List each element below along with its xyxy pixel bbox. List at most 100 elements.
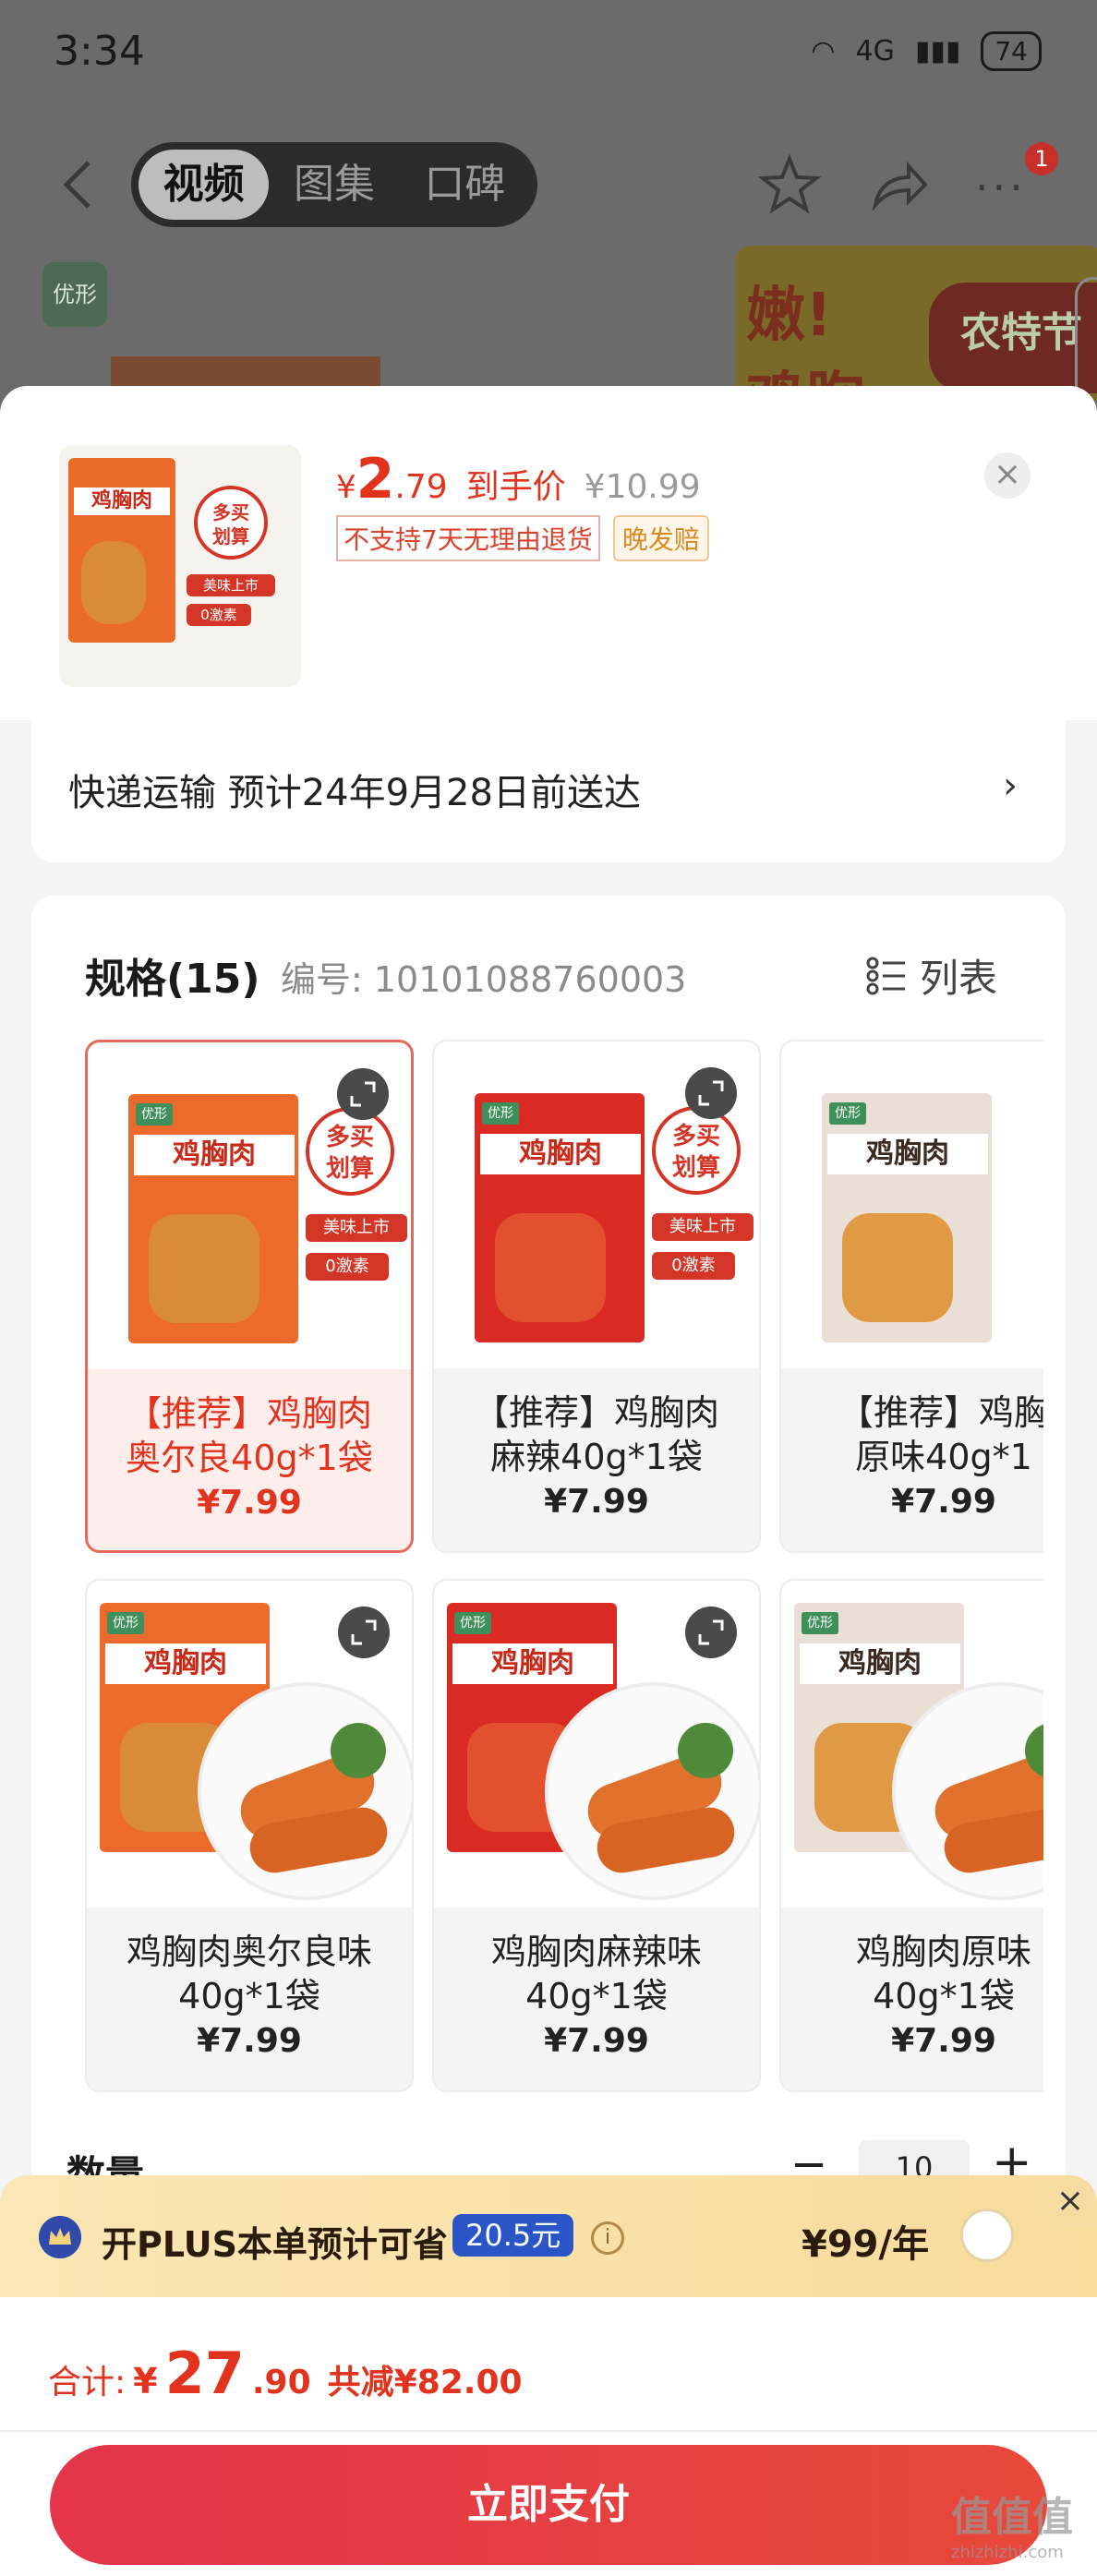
sku-card[interactable]: 优形 鸡胸肉 多买 划算 美味上市 0激素 【推荐】鸡胸肉 奥尔良40g*1袋 ¥… <box>85 1040 414 1553</box>
info-icon[interactable]: i <box>591 2221 624 2255</box>
total-currency: ¥ <box>133 2361 158 2401</box>
sku-card[interactable]: 优形 鸡胸肉 多买 划算 美味上市 0激素 【推荐】鸡胸肉 麻辣40g*1袋 ¥7… <box>432 1040 761 1553</box>
pack-title: 鸡胸肉 <box>134 1135 295 1175</box>
tab-video[interactable]: 视频 <box>139 150 270 220</box>
sku-price: ¥7.99 <box>891 2022 996 2060</box>
product-thumbnail[interactable]: 鸡胸肉 多买 划算 美味上市 0激素 <box>59 445 301 687</box>
promo-pill: 美味上市 <box>306 1214 407 1242</box>
list-view-button[interactable]: 列表 <box>866 947 997 1004</box>
tab-gallery[interactable]: 图集 <box>269 150 399 220</box>
sku-image: 优形 鸡胸肉 <box>781 1581 1043 1908</box>
signal-icon: ▮▮▮ <box>914 35 961 67</box>
tab-reviews[interactable]: 口碑 <box>400 150 530 220</box>
pack-meat-image <box>495 1213 606 1322</box>
pay-now-button[interactable]: 立即支付 <box>50 2445 1047 2565</box>
favorite-star-icon[interactable] <box>757 153 822 218</box>
price-row: ¥2.79 到手价 ¥10.99 <box>336 447 701 512</box>
share-icon[interactable] <box>866 153 931 218</box>
total-label: 合计: <box>48 2364 127 2401</box>
plus-radio[interactable] <box>960 2209 1014 2262</box>
list-label: 列表 <box>920 956 998 1001</box>
total-summary: 合计: ¥ 27 .90 共减¥82.00 <box>48 2340 523 2407</box>
battery-icon: 74 <box>981 31 1042 71</box>
sku-image: 优形 鸡胸肉 <box>781 1041 1043 1368</box>
sku-card[interactable]: 优形 鸡胸肉 鸡胸肉原味 40g*1袋 ¥7.99 <box>779 1579 1043 2092</box>
spec-title: 规格(15) <box>85 956 260 1003</box>
plus-promo-text: 开PLUS本单预计可省 <box>102 2224 448 2265</box>
pack-brand: 优形 <box>482 1102 519 1125</box>
sku-name: 鸡胸肉原味 40g*1袋 <box>855 1932 1031 2016</box>
banner-text: 嫩! 鸡胸 <box>746 282 864 403</box>
pack-title: 鸡胸肉 <box>74 488 170 515</box>
promo-pill: 0激素 <box>652 1252 735 1280</box>
wifi-icon: ◠ <box>811 35 836 67</box>
shipping-card[interactable]: 快递运输 预计24年9月28日前送达 › <box>31 720 1066 862</box>
plate-image <box>198 1682 412 1900</box>
list-icon <box>866 957 905 994</box>
no-return-tag: 不支持7天无理由退货 <box>336 515 600 561</box>
sku-price: ¥7.99 <box>544 1483 649 1521</box>
spec-code: 编号: 10101088760003 <box>281 959 687 1000</box>
crown-icon <box>39 2216 81 2258</box>
pack-title: 鸡胸肉 <box>480 1134 641 1174</box>
chevron-right-icon: › <box>1003 764 1018 807</box>
multi-buy-badge: 多买 划算 <box>194 486 268 560</box>
sku-name: 【推荐】鸡胸肉 麻辣40g*1袋 <box>473 1392 719 1477</box>
sku-card[interactable]: 优形 鸡胸肉 鸡胸肉麻辣味 40g*1袋 ¥7.99 <box>432 1579 761 2092</box>
pack-meat-image <box>149 1214 259 1323</box>
status-icons: ◠ 4G ▮▮▮ 74 <box>811 31 1042 71</box>
total-decimal: .90 <box>251 2364 311 2401</box>
pack-brand: 优形 <box>107 1612 144 1634</box>
sku-price: ¥7.99 <box>197 1484 302 1522</box>
expand-icon[interactable] <box>685 1607 737 1658</box>
pack-brand: 优形 <box>454 1612 491 1634</box>
sku-name: 鸡胸肉奥尔良味 40g*1袋 <box>126 1932 372 2016</box>
original-price: ¥10.99 <box>584 468 701 506</box>
top-nav: 视频 图集 口碑 ··· 1 <box>0 138 1097 231</box>
notification-badge: 1 <box>1025 142 1058 175</box>
sku-card[interactable]: 优形 鸡胸肉 鸡胸肉奥尔良味 40g*1袋 ¥7.99 <box>85 1579 414 2092</box>
sku-grid: 优形 鸡胸肉 多买 划算 美味上市 0激素 【推荐】鸡胸肉 奥尔良40g*1袋 ¥… <box>85 1040 1043 2148</box>
multi-buy-badge: 多买 划算 <box>306 1107 394 1196</box>
more-icon[interactable]: ··· <box>975 163 1027 212</box>
promo-banner: 嫩! 鸡胸 农特节 <box>735 246 1097 403</box>
status-bar: 3:34 ◠ 4G ▮▮▮ 74 <box>0 0 1097 111</box>
final-price-label: 到手价 <box>465 468 566 506</box>
sku-price: ¥7.99 <box>891 1483 996 1521</box>
expand-icon[interactable] <box>685 1067 737 1119</box>
pack-image: 优形 鸡胸肉 <box>128 1094 298 1343</box>
expand-icon[interactable] <box>338 1607 390 1658</box>
service-tags: 不支持7天无理由退货 晚发赔 <box>336 515 709 561</box>
shipping-text: 快递运输 预计24年9月28日前送达 <box>68 772 641 814</box>
sku-image: 优形 鸡胸肉 多买 划算 美味上市 0激素 <box>434 1041 759 1368</box>
brand-logo: 优形 <box>42 262 107 327</box>
pack-brand: 优形 <box>136 1103 173 1125</box>
watermark: 值值值 zhizhizhi.com <box>951 2494 1073 2562</box>
plus-membership-bar[interactable]: 开PLUS本单预计可省 20.5元 i ¥99/年 × <box>0 2175 1097 2297</box>
expand-icon[interactable] <box>337 1068 389 1120</box>
close-button[interactable]: × <box>984 452 1031 499</box>
pack-meat-image <box>81 541 146 624</box>
pack-title: 鸡胸肉 <box>452 1643 613 1684</box>
signal-label: 4G <box>855 35 895 67</box>
divider <box>0 2430 1097 2432</box>
promo-pill: 美味上市 <box>652 1213 753 1241</box>
promo-pill: 美味上市 <box>187 574 275 596</box>
late-compensation-tag[interactable]: 晚发赔 <box>612 515 709 561</box>
pack-title: 鸡胸肉 <box>800 1643 960 1684</box>
sku-card[interactable]: 优形 鸡胸肉 【推荐】鸡胸 原味40g*1 ¥7.99 <box>779 1040 1043 1553</box>
final-price: ¥2.79 <box>336 447 448 512</box>
promo-pill: 0激素 <box>187 604 251 626</box>
media-tabs: 视频 图集 口碑 <box>131 142 537 227</box>
multi-buy-badge: 多买 划算 <box>652 1106 741 1195</box>
sku-name: 【推荐】鸡胸肉 奥尔良40g*1袋 <box>126 1393 373 1478</box>
status-time: 3:34 <box>54 28 145 75</box>
sku-price: ¥7.99 <box>197 2022 302 2060</box>
plus-close-button[interactable]: × <box>1043 2175 1097 2227</box>
back-icon[interactable] <box>55 157 102 212</box>
total-discount: 共减¥82.00 <box>327 2364 523 2401</box>
total-amount: 27 <box>164 2340 245 2407</box>
sku-image: 优形 鸡胸肉 <box>434 1581 759 1908</box>
pack-image: 鸡胸肉 <box>68 458 175 643</box>
sku-name: 【推荐】鸡胸 原味40g*1 <box>838 1392 1043 1477</box>
